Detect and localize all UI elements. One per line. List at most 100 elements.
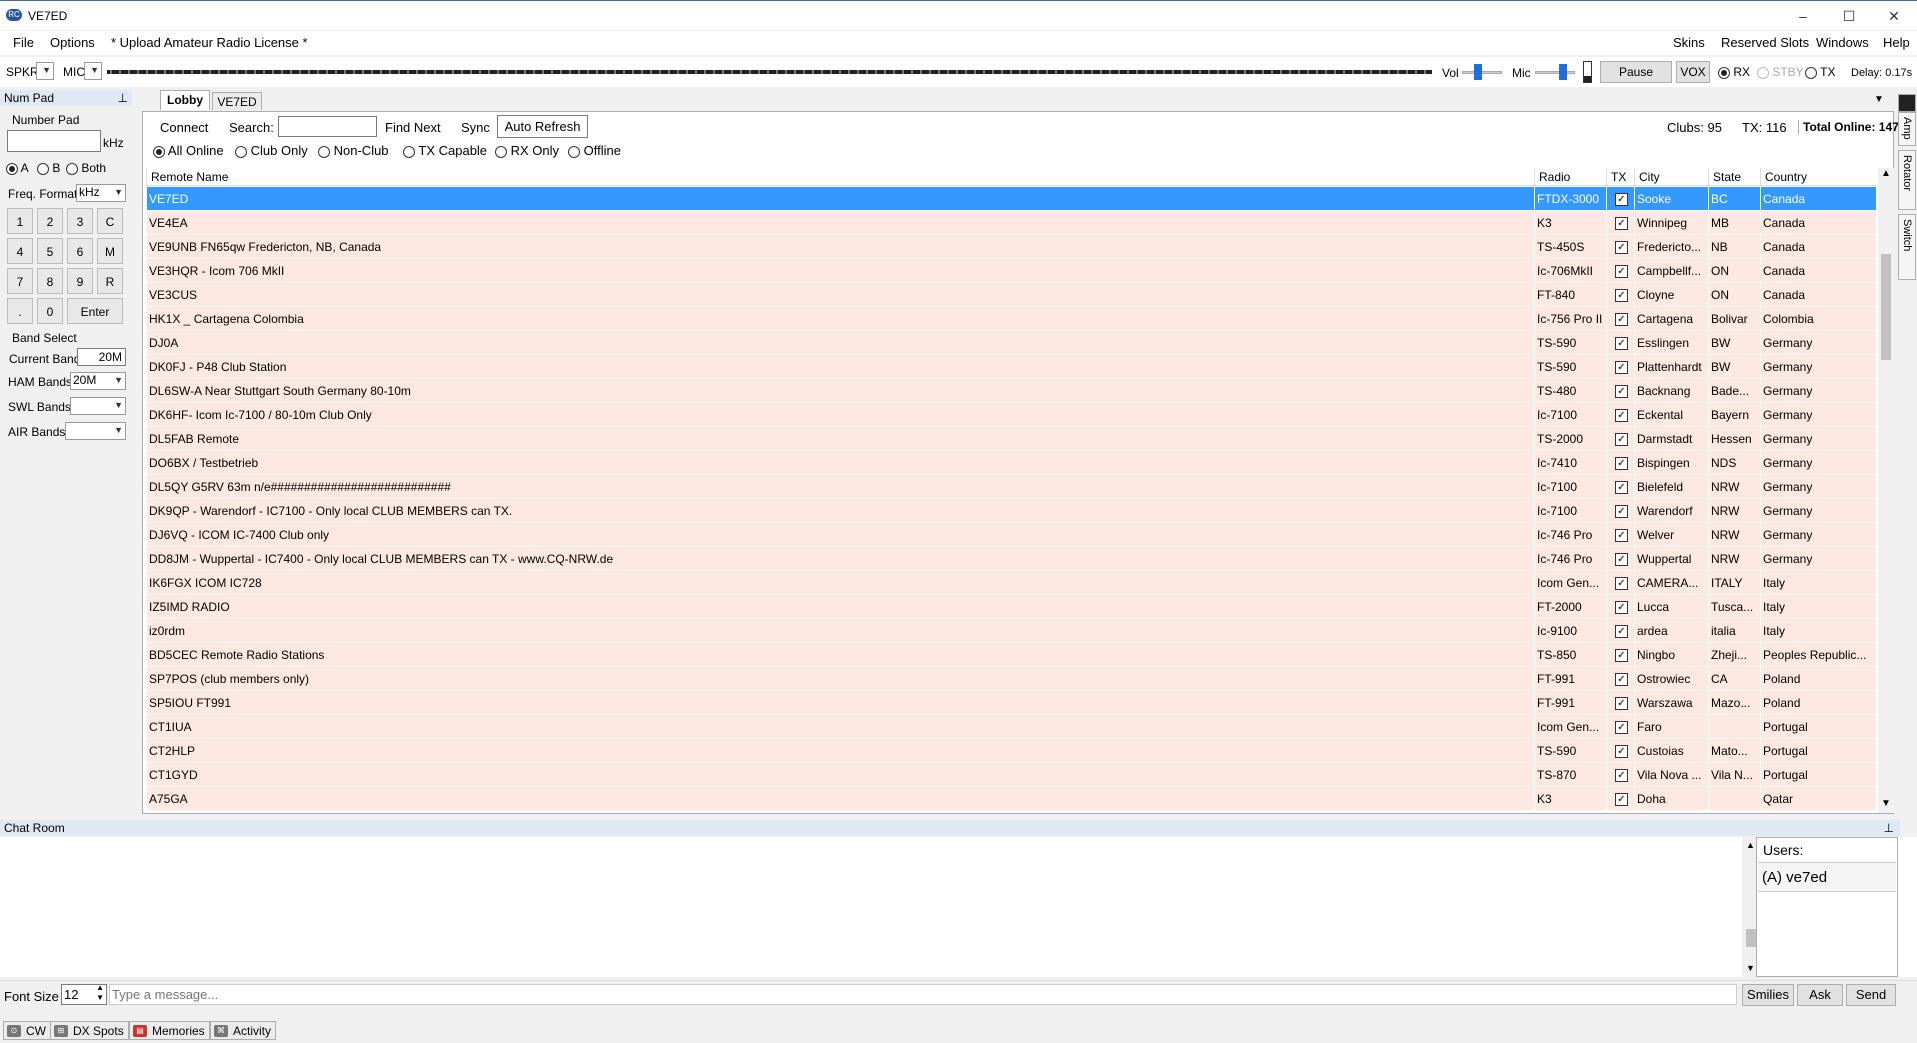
search-input[interactable] <box>278 116 377 137</box>
key-4-button[interactable]: 4 <box>7 238 33 264</box>
table-row[interactable]: DO6BX / Testbetrieb Ic-7410 ✓ Bispingen NDS G… <box>146 451 1876 475</box>
menu-windows[interactable]: Windows <box>1816 35 1869 50</box>
ham-bands-dropdown[interactable]: 20M ▼ <box>70 372 126 390</box>
scroll-up-icon[interactable]: ▲ <box>1881 168 1891 179</box>
send-button[interactable]: Send <box>1846 984 1896 1006</box>
close-button[interactable]: ✕ <box>1871 1 1917 31</box>
tab-ve7ed[interactable]: VE7ED <box>212 92 262 110</box>
filter-tx-capable-radio[interactable]: TX Capable <box>403 143 487 158</box>
menu-help[interactable]: Help <box>1883 35 1910 50</box>
key-9-button[interactable]: 9 <box>67 268 93 294</box>
table-row[interactable]: VE9UNB FN65qw Fredericton, NB, Canada TS-… <box>146 235 1876 259</box>
speaker-dropdown[interactable]: ▼ <box>36 62 54 80</box>
col-country[interactable]: Country <box>1760 168 1876 186</box>
menu-reserved-slots[interactable]: Reserved Slots <box>1721 35 1809 50</box>
table-row[interactable]: DL5QY G5RV 63m n/e######################… <box>146 475 1876 499</box>
key-m-button[interactable]: M <box>97 238 123 264</box>
minimize-button[interactable]: – <box>1780 1 1826 31</box>
rx-radio[interactable]: RX <box>1718 65 1750 79</box>
connect-button[interactable]: Connect <box>160 120 208 135</box>
table-row[interactable]: IK6FGX ICOM IC728 Icom Gen... ✓ CAMERA... IT… <box>146 571 1876 595</box>
key-r-button[interactable]: R <box>97 268 123 294</box>
menu-upload-license[interactable]: * Upload Amateur Radio License * <box>111 35 308 50</box>
table-row[interactable]: DL6SW-A Near Stuttgart South Germany 80-… <box>146 379 1876 403</box>
tab-lobby[interactable]: Lobby <box>160 90 210 110</box>
scroll-down-icon[interactable]: ▼ <box>1881 798 1891 809</box>
table-scrollbar[interactable]: ▲ ▼ <box>1878 168 1894 813</box>
user-list-item[interactable]: (A) ve7ed <box>1758 862 1896 892</box>
tab-dx-spots[interactable]: ⊞ DX Spots <box>50 1021 129 1040</box>
table-row[interactable]: IZ5IMD RADIO FT-2000 ✓ Lucca Tusca... Italy <box>146 595 1876 619</box>
key-1-button[interactable]: 1 <box>7 208 33 234</box>
pin-icon[interactable]: ⊥ <box>1884 820 1894 836</box>
stepper-arrows-icon[interactable]: ▲ ▼ <box>96 983 104 1003</box>
table-row[interactable]: iz0rdm Ic-9100 ✓ ardea italia Italy <box>146 619 1876 643</box>
table-row[interactable]: DK0FJ - P48 Club Station TS-590 ✓ Plattenha… <box>146 355 1876 379</box>
scrollbar-thumb[interactable] <box>1881 254 1891 360</box>
table-row[interactable]: HK1X _ Cartagena Colombia Ic-756 Pro II ✓ C… <box>146 307 1876 331</box>
vfo-a-radio[interactable]: A <box>6 161 29 175</box>
table-row[interactable]: CT2HLP TS-590 ✓ Custoias Mato... Portugal <box>146 739 1876 763</box>
find-next-button[interactable]: Find Next <box>385 120 441 135</box>
key-0-button[interactable]: 0 <box>37 298 63 324</box>
auto-refresh-button[interactable]: Auto Refresh <box>497 115 588 138</box>
filter-club-only-radio[interactable]: Club Only <box>235 143 308 158</box>
air-bands-dropdown[interactable]: ▼ <box>65 422 126 440</box>
key-5-button[interactable]: 5 <box>37 238 63 264</box>
table-row[interactable]: DJ0A TS-590 ✓ Esslingen BW Germany <box>146 331 1876 355</box>
mic-dropdown[interactable]: ▼ <box>84 62 102 80</box>
menu-options[interactable]: Options <box>50 35 95 50</box>
table-row[interactable]: VE4EA K3 ✓ Winnipeg MB Canada <box>146 211 1876 235</box>
col-radio[interactable]: Radio <box>1534 168 1606 186</box>
filter-all-online-radio[interactable]: All Online <box>153 143 224 158</box>
side-panel-icon[interactable] <box>1898 94 1916 112</box>
table-row[interactable]: A75GA K3 ✓ Doha Qatar <box>146 787 1876 811</box>
table-row[interactable]: VE3CUS FT-840 ✓ Cloyne ON Canada <box>146 283 1876 307</box>
mic-gain-slider-thumb[interactable] <box>1559 64 1567 80</box>
volume-slider-thumb[interactable] <box>1474 64 1482 80</box>
font-size-stepper[interactable]: 12 ▲ ▼ <box>61 983 107 1005</box>
vox-button[interactable]: VOX <box>1676 61 1710 83</box>
filter-offline-radio[interactable]: Offline <box>568 143 621 158</box>
ask-button[interactable]: Ask <box>1797 984 1843 1006</box>
tab-overflow-icon[interactable]: ▼ <box>1874 94 1884 105</box>
frequency-input[interactable] <box>7 130 101 152</box>
pause-button[interactable]: Pause <box>1600 61 1672 83</box>
key-2-button[interactable]: 2 <box>37 208 63 234</box>
scroll-down-icon[interactable]: ▼ <box>1746 963 1755 973</box>
tab-cw[interactable]: ⊙ CW <box>3 1021 51 1040</box>
scrollbar-thumb[interactable] <box>1746 929 1756 947</box>
key-c-button[interactable]: C <box>97 208 123 234</box>
mic-gain-slider[interactable] <box>1535 71 1575 74</box>
table-row[interactable]: DK9QP - Warendorf - IC7100 - Only local … <box>146 499 1876 523</box>
col-remote-name[interactable]: Remote Name <box>146 168 1534 186</box>
maximize-button[interactable]: ☐ <box>1826 1 1872 31</box>
side-tab-rotator[interactable]: Rotator <box>1898 150 1916 210</box>
message-input[interactable] <box>109 984 1737 1005</box>
tx-radio[interactable]: TX <box>1805 65 1835 79</box>
col-tx[interactable]: TX <box>1606 168 1634 186</box>
volume-slider[interactable] <box>1462 71 1502 74</box>
table-row[interactable]: CT1IUA Icom Gen... ✓ Faro Portugal <box>146 715 1876 739</box>
swl-bands-dropdown[interactable]: ▼ <box>70 397 126 415</box>
key-6-button[interactable]: 6 <box>67 238 93 264</box>
menu-file[interactable]: File <box>13 35 34 50</box>
key-3-button[interactable]: 3 <box>67 208 93 234</box>
table-row[interactable]: DJ6VQ - ICOM IC-7400 Club only Ic-746 Pro… <box>146 523 1876 547</box>
vfo-both-radio[interactable]: Both <box>66 161 106 175</box>
stby-radio[interactable]: STBY <box>1757 65 1804 79</box>
side-tab-amp[interactable]: Amp <box>1898 112 1916 146</box>
filter-non-club-radio[interactable]: Non-Club <box>318 143 389 158</box>
table-row[interactable]: BD5CEC Remote Radio Stations TS-850 ✓ Ningb… <box>146 643 1876 667</box>
table-row[interactable]: DK6HF- Icom Ic-7100 / 80-10m Club Only Ic… <box>146 403 1876 427</box>
smilies-button[interactable]: Smilies <box>1742 984 1794 1006</box>
tab-activity[interactable]: ⌘ Activity <box>210 1021 277 1040</box>
col-state[interactable]: State <box>1708 168 1760 186</box>
pin-icon[interactable]: ⊥ <box>118 90 128 106</box>
table-row[interactable]: DL5FAB Remote TS-2000 ✓ Darmstadt Hessen Germ… <box>146 427 1876 451</box>
tab-memories[interactable]: ▤ Memories <box>129 1021 210 1040</box>
scroll-up-icon[interactable]: ▲ <box>1746 840 1755 850</box>
col-city[interactable]: City <box>1634 168 1708 186</box>
table-row[interactable]: SP5IOU FT991 FT-991 ✓ Warszawa Mazo... Poland <box>146 691 1876 715</box>
table-row[interactable]: VE7ED FTDX-3000 ✓ Sooke BC Canada <box>146 187 1876 211</box>
